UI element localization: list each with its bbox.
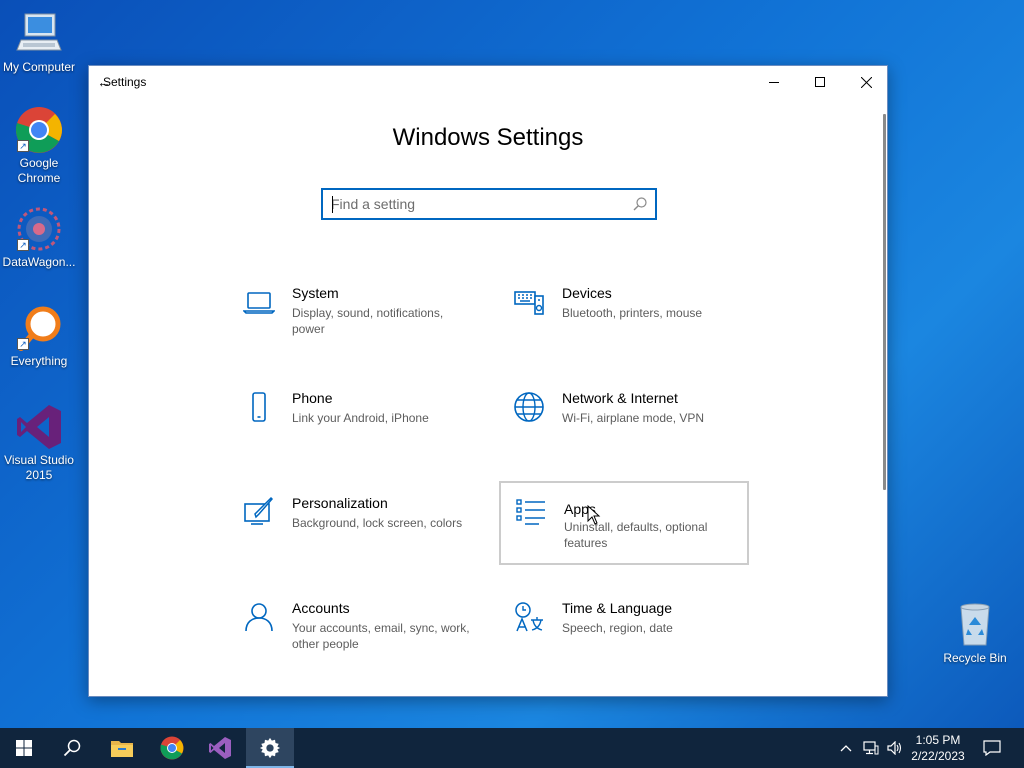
network-icon [863, 741, 879, 755]
tile-description: Link your Android, iPhone [292, 411, 429, 425]
search-icon [63, 739, 81, 757]
clock-time: 1:05 PM [915, 733, 961, 747]
settings-window[interactable]: ← Settings Windows Settings System Displ… [88, 65, 888, 697]
desktop-icon-label: Visual Studio 2015 [4, 453, 74, 482]
tile-title: Time & Language [562, 600, 672, 616]
desktop-icon-label: My Computer [2, 60, 76, 74]
chevron-up-icon [840, 745, 852, 752]
desktop-icon-label: Google Chrome [17, 156, 61, 185]
taskbar-chrome[interactable] [148, 728, 196, 768]
taskbar-file-explorer[interactable] [98, 728, 146, 768]
tile-title: Accounts [292, 600, 350, 616]
tile-title: System [292, 285, 339, 301]
tile-phone[interactable]: Phone Link your Android, iPhone [229, 383, 479, 467]
vertical-scrollbar[interactable] [883, 114, 886, 490]
chrome-icon: ↗ [15, 106, 63, 154]
visual-studio-icon [209, 737, 231, 759]
computer-icon [15, 10, 63, 58]
search-box[interactable] [321, 188, 657, 220]
laptop-icon [242, 286, 276, 318]
mouse-cursor-icon [587, 504, 601, 530]
tile-time-language[interactable]: Time & Language Speech, region, date [499, 593, 749, 677]
desktop-icon-google-chrome[interactable]: ↗ Google Chrome [0, 106, 78, 186]
minimize-icon [769, 82, 779, 83]
visual-studio-icon [15, 403, 63, 451]
show-hidden-icons-button[interactable] [836, 728, 856, 768]
apps-list-icon [515, 497, 547, 529]
title-bar[interactable]: ← Settings [89, 66, 887, 98]
desktop-icon-my-computer[interactable]: My Computer [0, 10, 78, 75]
speaker-icon [887, 741, 902, 755]
notification-icon [983, 740, 1001, 756]
keyboard-speaker-icon [513, 286, 545, 318]
close-icon [860, 76, 872, 88]
tile-network-internet[interactable]: Network & Internet Wi-Fi, airplane mode,… [499, 383, 749, 467]
phone-icon [243, 391, 275, 423]
maximize-button[interactable] [797, 66, 843, 98]
desktop-icon-label: Everything [10, 354, 68, 368]
page-title: Windows Settings [392, 124, 584, 151]
tile-personalization[interactable]: Personalization Background, lock screen,… [229, 488, 479, 572]
tile-description: Background, lock screen, colors [292, 516, 463, 530]
person-icon [243, 601, 275, 633]
search-input[interactable] [323, 190, 613, 218]
tile-description: Display, sound, notifications, power [292, 306, 444, 336]
tile-title: Personalization [292, 495, 388, 511]
start-button[interactable] [0, 728, 48, 768]
tile-accounts[interactable]: Accounts Your accounts, email, sync, wor… [229, 593, 479, 677]
desktop-icon-label: DataWagon... [2, 255, 76, 269]
tile-devices[interactable]: Devices Bluetooth, printers, mouse [499, 278, 749, 362]
datawagon-icon: ↗ [15, 205, 63, 253]
tile-description: Wi-Fi, airplane mode, VPN [562, 411, 705, 425]
window-title: Settings [103, 75, 147, 89]
chrome-icon [160, 736, 184, 760]
taskbar-clock[interactable]: 1:05 PM 2/22/2023 [906, 732, 970, 764]
taskbar-visual-studio[interactable] [196, 728, 244, 768]
tile-title: Network & Internet [562, 390, 678, 406]
maximize-icon [815, 77, 825, 87]
shortcut-arrow-icon: ↗ [17, 140, 29, 152]
desktop-icon-everything[interactable]: ↗ Everything [0, 304, 78, 369]
tile-system[interactable]: System Display, sound, notifications, po… [229, 278, 479, 362]
desktop-icon-datawagon[interactable]: ↗ DataWagon... [0, 205, 78, 270]
clock-date: 2/22/2023 [911, 749, 965, 763]
tile-apps[interactable]: Apps Uninstall, defaults, optional featu… [499, 481, 749, 565]
shortcut-arrow-icon: ↗ [17, 338, 29, 350]
desktop-icon-label: Recycle Bin [943, 651, 1007, 665]
windows-logo-icon [16, 740, 32, 756]
tile-description: Speech, region, date [562, 621, 673, 635]
desktop-icon-visual-studio[interactable]: Visual Studio 2015 [0, 403, 78, 483]
volume-tray-button[interactable] [884, 728, 906, 768]
tile-description: Bluetooth, printers, mouse [562, 306, 703, 320]
taskbar: 1:05 PM 2/22/2023 [0, 728, 1024, 768]
shortcut-arrow-icon: ↗ [17, 239, 29, 251]
recycle-bin-icon [951, 601, 999, 649]
taskbar-settings[interactable] [246, 728, 294, 768]
search-icon[interactable] [633, 197, 647, 216]
globe-icon [513, 391, 545, 423]
close-button[interactable] [843, 66, 889, 98]
tile-title: Devices [562, 285, 612, 301]
paint-brush-icon [243, 496, 275, 528]
time-language-icon [513, 601, 545, 633]
tile-description: Your accounts, email, sync, work, other … [292, 621, 470, 651]
tile-title: Phone [292, 390, 333, 406]
magnifier-icon: ↗ [15, 304, 63, 352]
gear-icon [259, 737, 281, 759]
action-center-button[interactable] [976, 728, 1008, 768]
minimize-button[interactable] [751, 66, 797, 98]
text-caret [332, 196, 333, 213]
network-tray-button[interactable] [860, 728, 882, 768]
folder-icon [111, 741, 133, 757]
desktop-icon-recycle-bin[interactable]: Recycle Bin [936, 601, 1014, 666]
taskbar-search-button[interactable] [48, 728, 96, 768]
